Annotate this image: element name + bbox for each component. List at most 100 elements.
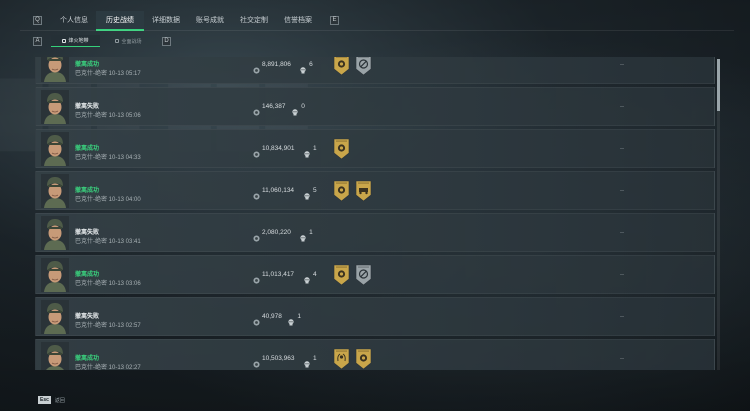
loot-value: 40,978	[262, 313, 282, 320]
next-tab-key[interactable]: E	[330, 15, 339, 25]
tab-match-history[interactable]: 历史战绩	[96, 11, 144, 31]
extra-info: --	[620, 188, 624, 194]
kill-count: 6	[309, 61, 313, 68]
kill-count: 1	[309, 229, 313, 236]
extraction-result: 撤离成功	[75, 272, 100, 278]
extra-info: --	[620, 230, 624, 236]
gold-emblem-badge[interactable]	[355, 348, 372, 370]
map-and-time: 巴克什-绝密 10-13 05:17	[75, 71, 141, 77]
extraction-result: 撤离失败	[75, 104, 100, 110]
skull-icon	[304, 145, 310, 158]
gold-emblem-badge[interactable]	[333, 138, 350, 160]
extra-info: --	[620, 62, 624, 68]
kill-count: 1	[313, 355, 317, 362]
map-and-time: 巴克什-绝密 10-13 02:57	[75, 323, 141, 329]
mode-tab-full-battlefield[interactable]: 全面战场	[104, 35, 153, 47]
map-and-time: 巴克什-绝密 10-13 03:41	[75, 239, 141, 245]
kill-count: 1	[313, 145, 317, 152]
extra-info: --	[620, 146, 624, 152]
loot-value: 2,080,220	[262, 229, 291, 236]
gold-emblem-badge[interactable]	[333, 264, 350, 286]
extra-info: --	[620, 356, 624, 362]
operator-avatar	[41, 300, 69, 334]
loot-value: 10,834,901	[262, 145, 295, 152]
skull-icon	[300, 229, 306, 242]
coin-icon	[253, 145, 260, 158]
map-and-time: 巴克什-绝密 10-13 04:00	[75, 197, 141, 203]
match-record-list[interactable]: 撤离成功 巴克什-绝密 10-13 05:17 8,891,806 6 -- 撤离失败 巴克…	[35, 57, 715, 370]
skull-icon	[304, 271, 310, 284]
scrollbar-thumb[interactable]	[717, 59, 720, 111]
mode-tab-label: 全面战场	[121, 38, 142, 45]
extraction-result: 撤离失败	[75, 230, 100, 236]
extraction-result: 撤离成功	[75, 356, 100, 362]
skull-icon	[292, 103, 298, 116]
operator-avatar	[41, 57, 69, 82]
gold-emblem-badge[interactable]	[333, 57, 350, 76]
prev-tab-key[interactable]: Q	[33, 15, 42, 25]
coin-icon	[253, 313, 260, 326]
operator-avatar	[41, 174, 69, 208]
operator-avatar	[41, 90, 69, 124]
match-record-row[interactable]: 撤离成功 巴克什-绝密 10-13 03:06 11,013,417 4 --	[35, 255, 715, 294]
mode-tab-hazard-zone[interactable]: 烽火地带	[51, 35, 100, 47]
tab-achievements[interactable]: 账号成就	[188, 11, 232, 29]
map-and-time: 巴克什-绝密 10-13 02:27	[75, 365, 141, 370]
map-and-time: 巴克什-绝密 10-13 05:06	[75, 113, 141, 119]
match-record-row[interactable]: 撤离成功 巴克什-绝密 10-13 02:27 10,503,963 1 --	[35, 339, 715, 370]
operator-avatar	[41, 258, 69, 292]
loot-value: 11,060,134	[262, 187, 295, 194]
match-record-row[interactable]: 撤离失败巴克什-绝密 10-13 02:57 40,978 1 --	[35, 297, 715, 336]
match-record-row[interactable]: 撤离失败巴克什-绝密 10-13 05:06 146,387 0 --	[35, 87, 715, 126]
gold-emblem-badge[interactable]	[333, 180, 350, 202]
gold-wreath-badge[interactable]	[333, 348, 350, 370]
gray-no-sign-badge[interactable]	[355, 57, 372, 76]
coin-icon	[253, 187, 260, 200]
next-mode-key[interactable]: D	[162, 36, 171, 46]
tab-detailed-data[interactable]: 详细数据	[144, 11, 188, 29]
match-record-row[interactable]: 撤离成功 巴克什-绝密 10-13 04:33 10,834,901 1 --	[35, 129, 715, 168]
coin-icon	[253, 229, 260, 242]
kill-count: 1	[297, 313, 302, 320]
mode-icon	[115, 39, 120, 43]
operator-avatar	[41, 342, 69, 370]
gold-vehicle-badge[interactable]	[355, 180, 372, 202]
match-record-row[interactable]: 撤离成功巴克什-绝密 10-13 04:00 11,060,134 5 --	[35, 171, 715, 210]
prev-mode-key[interactable]: A	[33, 36, 42, 46]
coin-icon	[253, 103, 260, 116]
operator-avatar	[41, 132, 69, 166]
kill-count: 0	[301, 103, 305, 110]
loot-value: 11,013,417	[262, 271, 295, 278]
loot-value: 146,387	[262, 103, 286, 110]
tab-social-custom[interactable]: 社交定制	[232, 11, 276, 29]
match-record-row[interactable]: 撤离成功 巴克什-绝密 10-13 05:17 8,891,806 6 --	[35, 57, 715, 84]
extra-info: --	[620, 104, 624, 110]
map-and-time: 巴克什-绝密 10-13 03:06	[75, 281, 141, 287]
extraction-result: 撤离成功	[75, 188, 100, 194]
coin-icon	[253, 271, 260, 284]
extraction-result: 撤离失败	[75, 314, 100, 320]
mode-tab-bar: A 烽火地带 全面战场 D	[33, 35, 171, 47]
back-label: 返回	[54, 397, 65, 404]
scrollbar[interactable]	[717, 59, 720, 370]
coin-icon	[253, 61, 260, 74]
match-record-row[interactable]: 撤离失败巴克什-绝密 10-13 03:41 2,080,220 1 --	[35, 213, 715, 252]
coin-icon	[253, 355, 260, 368]
tab-personal-info[interactable]: 个人信息	[52, 11, 96, 29]
skull-icon	[304, 355, 310, 368]
mode-tab-label: 烽火地带	[68, 38, 89, 44]
tab-divider	[20, 30, 734, 31]
gray-no-sign-badge[interactable]	[355, 264, 372, 286]
loot-value: 8,891,806	[262, 61, 291, 68]
skull-icon	[304, 187, 310, 200]
back-hint[interactable]: Esc 返回	[38, 396, 65, 404]
kill-count: 5	[313, 187, 317, 194]
extraction-result: 撤离成功	[75, 146, 100, 152]
skull-icon	[300, 61, 306, 74]
top-tab-bar: Q 个人信息 历史战绩 详细数据 账号成就 社交定制 信誉档案 E	[33, 11, 339, 31]
tab-credit-profile[interactable]: 信誉档案	[276, 11, 320, 29]
extra-info: --	[620, 314, 624, 320]
skull-icon	[288, 313, 294, 326]
esc-key: Esc	[38, 396, 51, 404]
extra-info: --	[620, 272, 624, 278]
